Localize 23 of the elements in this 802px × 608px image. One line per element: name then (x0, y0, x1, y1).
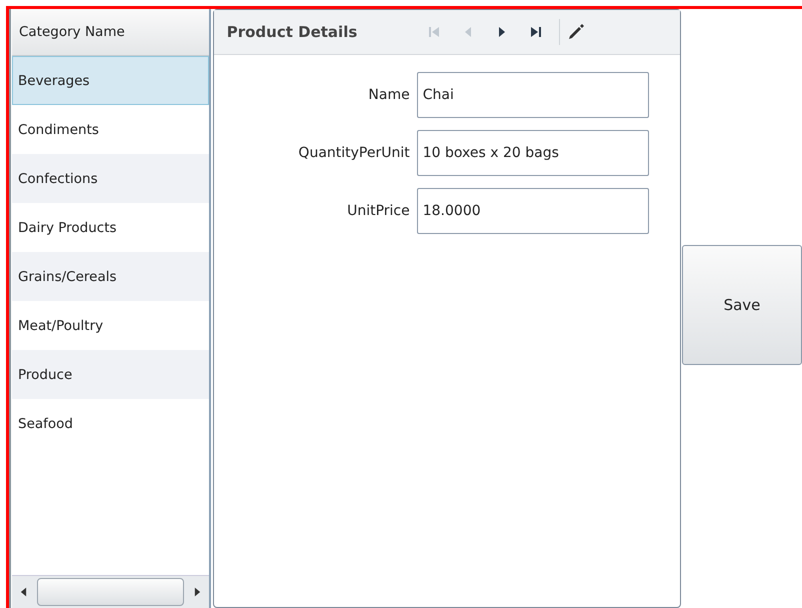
category-row[interactable]: Produce (12, 350, 209, 399)
category-row[interactable]: Confections (12, 154, 209, 203)
panel-title: Product Details (226, 23, 358, 41)
column-header[interactable]: Category Name (12, 9, 209, 56)
first-arrow-icon (428, 26, 440, 38)
category-row[interactable]: Grains/Cereals (12, 252, 209, 301)
scroll-left-icon[interactable] (20, 587, 27, 597)
category-row[interactable]: Seafood (12, 399, 209, 448)
text-field[interactable]: 18.0000 (416, 188, 649, 234)
category-row[interactable]: Condiments (12, 105, 209, 154)
scroll-right-icon[interactable] (194, 587, 201, 597)
category-row[interactable]: Beverages (12, 56, 209, 105)
field-label: QuantityPerUnit (297, 145, 410, 161)
category-row[interactable]: Dairy Products (12, 203, 209, 252)
field-label: Name (367, 87, 410, 103)
save-button[interactable]: Save (682, 245, 802, 365)
text-field[interactable]: 10 boxes x 20 bags (416, 130, 649, 176)
scroll-thumb[interactable] (37, 578, 184, 606)
category-row[interactable]: Meat/Poultry (12, 301, 209, 350)
field-label: UnitPrice (346, 203, 410, 219)
text-field[interactable]: Chai (416, 72, 649, 118)
last-arrow-icon (530, 26, 542, 38)
horizontal-scrollbar[interactable] (12, 575, 209, 608)
